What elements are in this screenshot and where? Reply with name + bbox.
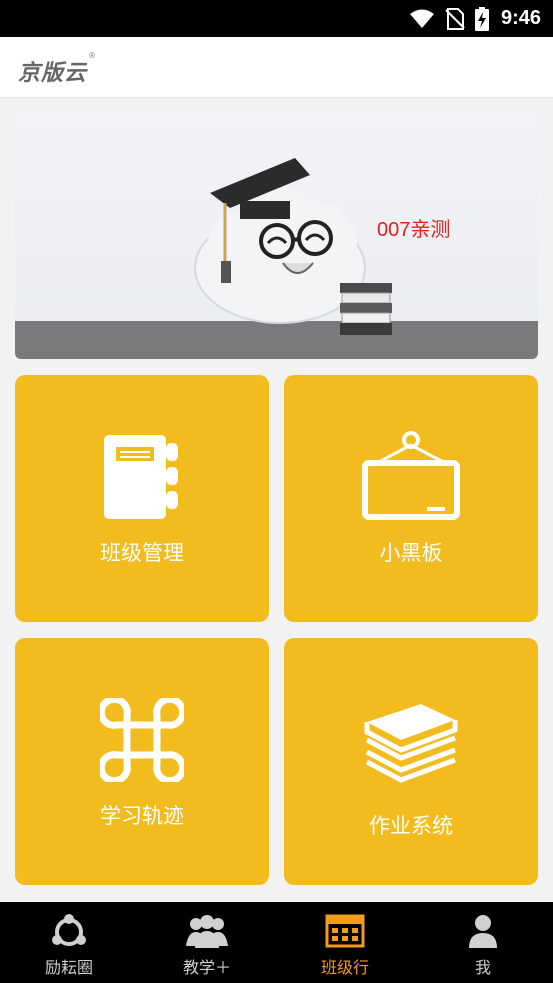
command-icon bbox=[100, 698, 184, 782]
blackboard-icon bbox=[362, 431, 460, 520]
tile-homework-system[interactable]: 作业系统 bbox=[284, 638, 538, 885]
tab-me[interactable]: 我 bbox=[414, 902, 552, 983]
tile-blackboard[interactable]: 小黑板 bbox=[284, 375, 538, 622]
registered-mark: ® bbox=[88, 51, 97, 60]
app-logo: 京版云 ® bbox=[18, 51, 96, 87]
books-stack-icon bbox=[364, 704, 458, 783]
tab-class-walk[interactable]: 班级行 bbox=[276, 902, 414, 983]
status-time: 9:46 bbox=[500, 7, 541, 29]
status-bar: 9:46 bbox=[0, 0, 553, 37]
no-sim-icon bbox=[445, 7, 465, 30]
person-icon bbox=[469, 915, 497, 948]
notebook-icon bbox=[104, 435, 178, 519]
battery-charging-icon bbox=[474, 6, 489, 31]
banner[interactable]: 007亲测 bbox=[15, 113, 538, 359]
app-logo-text: 京版云 bbox=[18, 61, 88, 86]
cloud-mascot-illustration bbox=[194, 158, 392, 335]
wifi-icon bbox=[409, 9, 434, 28]
tab-label: 班级行 bbox=[320, 958, 369, 977]
tab-label: 我 bbox=[474, 958, 491, 977]
tab-label: 励耘圈 bbox=[44, 958, 93, 977]
group-icon bbox=[186, 915, 228, 948]
tile-label: 学习轨迹 bbox=[100, 804, 184, 828]
banner-caption: 007亲测 bbox=[377, 219, 451, 241]
tab-teaching-plus[interactable]: 教学＋ bbox=[138, 902, 276, 983]
tab-label: 教学＋ bbox=[182, 958, 231, 977]
tile-label: 作业系统 bbox=[369, 814, 453, 838]
tab-liyun-circle[interactable]: 励耘圈 bbox=[0, 902, 138, 983]
status-icons: 9:46 bbox=[409, 0, 541, 37]
tile-label: 班级管理 bbox=[100, 541, 184, 565]
bottom-tab-bar: 励耘圈 教学＋ 班级行 我 bbox=[0, 902, 553, 983]
tile-label: 小黑板 bbox=[379, 541, 443, 565]
tile-class-management[interactable]: 班级管理 bbox=[15, 375, 269, 622]
calendar-grid-icon bbox=[325, 914, 365, 948]
tile-learning-track[interactable]: 学习轨迹 bbox=[15, 638, 269, 885]
circle-network-icon bbox=[52, 914, 86, 946]
app-header: 京版云 ® bbox=[0, 37, 553, 98]
